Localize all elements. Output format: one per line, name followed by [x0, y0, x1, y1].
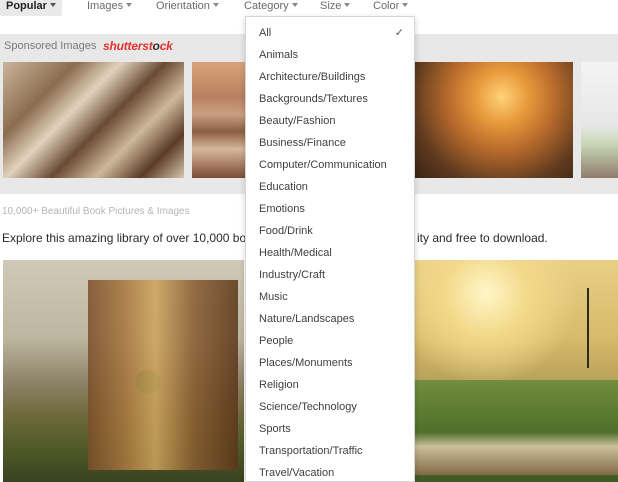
sponsored-image-reading-sunset[interactable] [415, 62, 573, 178]
filter-images-label: Images [87, 0, 124, 12]
category-option-animals[interactable]: Animals [259, 48, 298, 62]
filter-popular-label: Popular [6, 0, 47, 12]
category-option-sports[interactable]: Sports [259, 422, 291, 436]
category-option-industry-craft[interactable]: Industry/Craft [259, 268, 325, 282]
category-option-religion[interactable]: Religion [259, 378, 299, 392]
filter-orientation[interactable]: Orientation [156, 0, 219, 16]
chevron-down-icon [126, 3, 133, 7]
results-count: 10,000+ Beautiful Book Pictures & Images [2, 206, 190, 217]
brand-part-2: o [152, 39, 160, 53]
category-option-places-monuments[interactable]: Places/Monuments [259, 356, 353, 370]
sponsored-image-books-stack[interactable] [3, 62, 184, 178]
brand-part-3: ck [159, 39, 173, 53]
category-option-people[interactable]: People [259, 334, 293, 348]
filter-category-label: Category [244, 0, 289, 12]
sponsored-image-reader[interactable] [581, 62, 618, 178]
filter-images[interactable]: Images [87, 0, 133, 16]
category-option-nature-landscapes[interactable]: Nature/Landscapes [259, 312, 354, 326]
filter-color-label: Color [373, 0, 400, 12]
chevron-down-icon [291, 3, 298, 7]
category-option-education[interactable]: Education [259, 180, 308, 194]
category-option-transportation-traffic[interactable]: Transportation/Traffic [259, 444, 363, 458]
chevron-down-icon [212, 3, 219, 7]
category-option-all[interactable]: All [259, 26, 271, 40]
filter-size[interactable]: Size [320, 0, 351, 16]
page-description: Explore this amazing library of over 10,… [2, 231, 259, 245]
filter-popular[interactable]: Popular [0, 0, 62, 16]
book-illustration [88, 280, 238, 470]
category-option-business-finance[interactable]: Business/Finance [259, 136, 346, 150]
lamp-post-illustration [587, 288, 589, 368]
chevron-down-icon [344, 3, 351, 7]
filter-category[interactable]: Category [244, 0, 298, 16]
category-option-computer-communication[interactable]: Computer/Communication [259, 158, 387, 172]
brand-part-1: shutterst [103, 39, 153, 53]
filter-size-label: Size [320, 0, 342, 12]
image-fantasy-book-landscape[interactable] [3, 260, 244, 482]
category-option-music[interactable]: Music [259, 290, 288, 304]
book-illustration [415, 380, 618, 475]
check-icon: ✓ [394, 27, 404, 39]
category-option-beauty-fashion[interactable]: Beauty/Fashion [259, 114, 335, 128]
sponsored-image-bookshelf[interactable] [192, 62, 247, 178]
filter-orientation-label: Orientation [156, 0, 210, 12]
category-option-health-medical[interactable]: Health/Medical [259, 246, 332, 260]
filter-color[interactable]: Color [373, 0, 409, 16]
shutterstock-logo[interactable]: shutterstock [103, 39, 173, 53]
category-dropdown[interactable]: ✓ All Animals Architecture/Buildings Bac… [245, 16, 415, 482]
category-option-emotions[interactable]: Emotions [259, 202, 305, 216]
page-description-end: ity and free to download. [417, 231, 548, 245]
category-option-backgrounds-textures[interactable]: Backgrounds/Textures [259, 92, 368, 106]
category-option-science-technology[interactable]: Science/Technology [259, 400, 357, 414]
chevron-down-icon [402, 3, 409, 7]
sponsored-label: Sponsored Images [4, 40, 97, 52]
category-option-architecture-buildings[interactable]: Architecture/Buildings [259, 70, 365, 84]
image-open-book-lamp[interactable] [415, 260, 618, 482]
chevron-down-icon [49, 3, 56, 7]
category-option-travel-vacation[interactable]: Travel/Vacation [259, 466, 334, 480]
category-option-food-drink[interactable]: Food/Drink [259, 224, 313, 238]
